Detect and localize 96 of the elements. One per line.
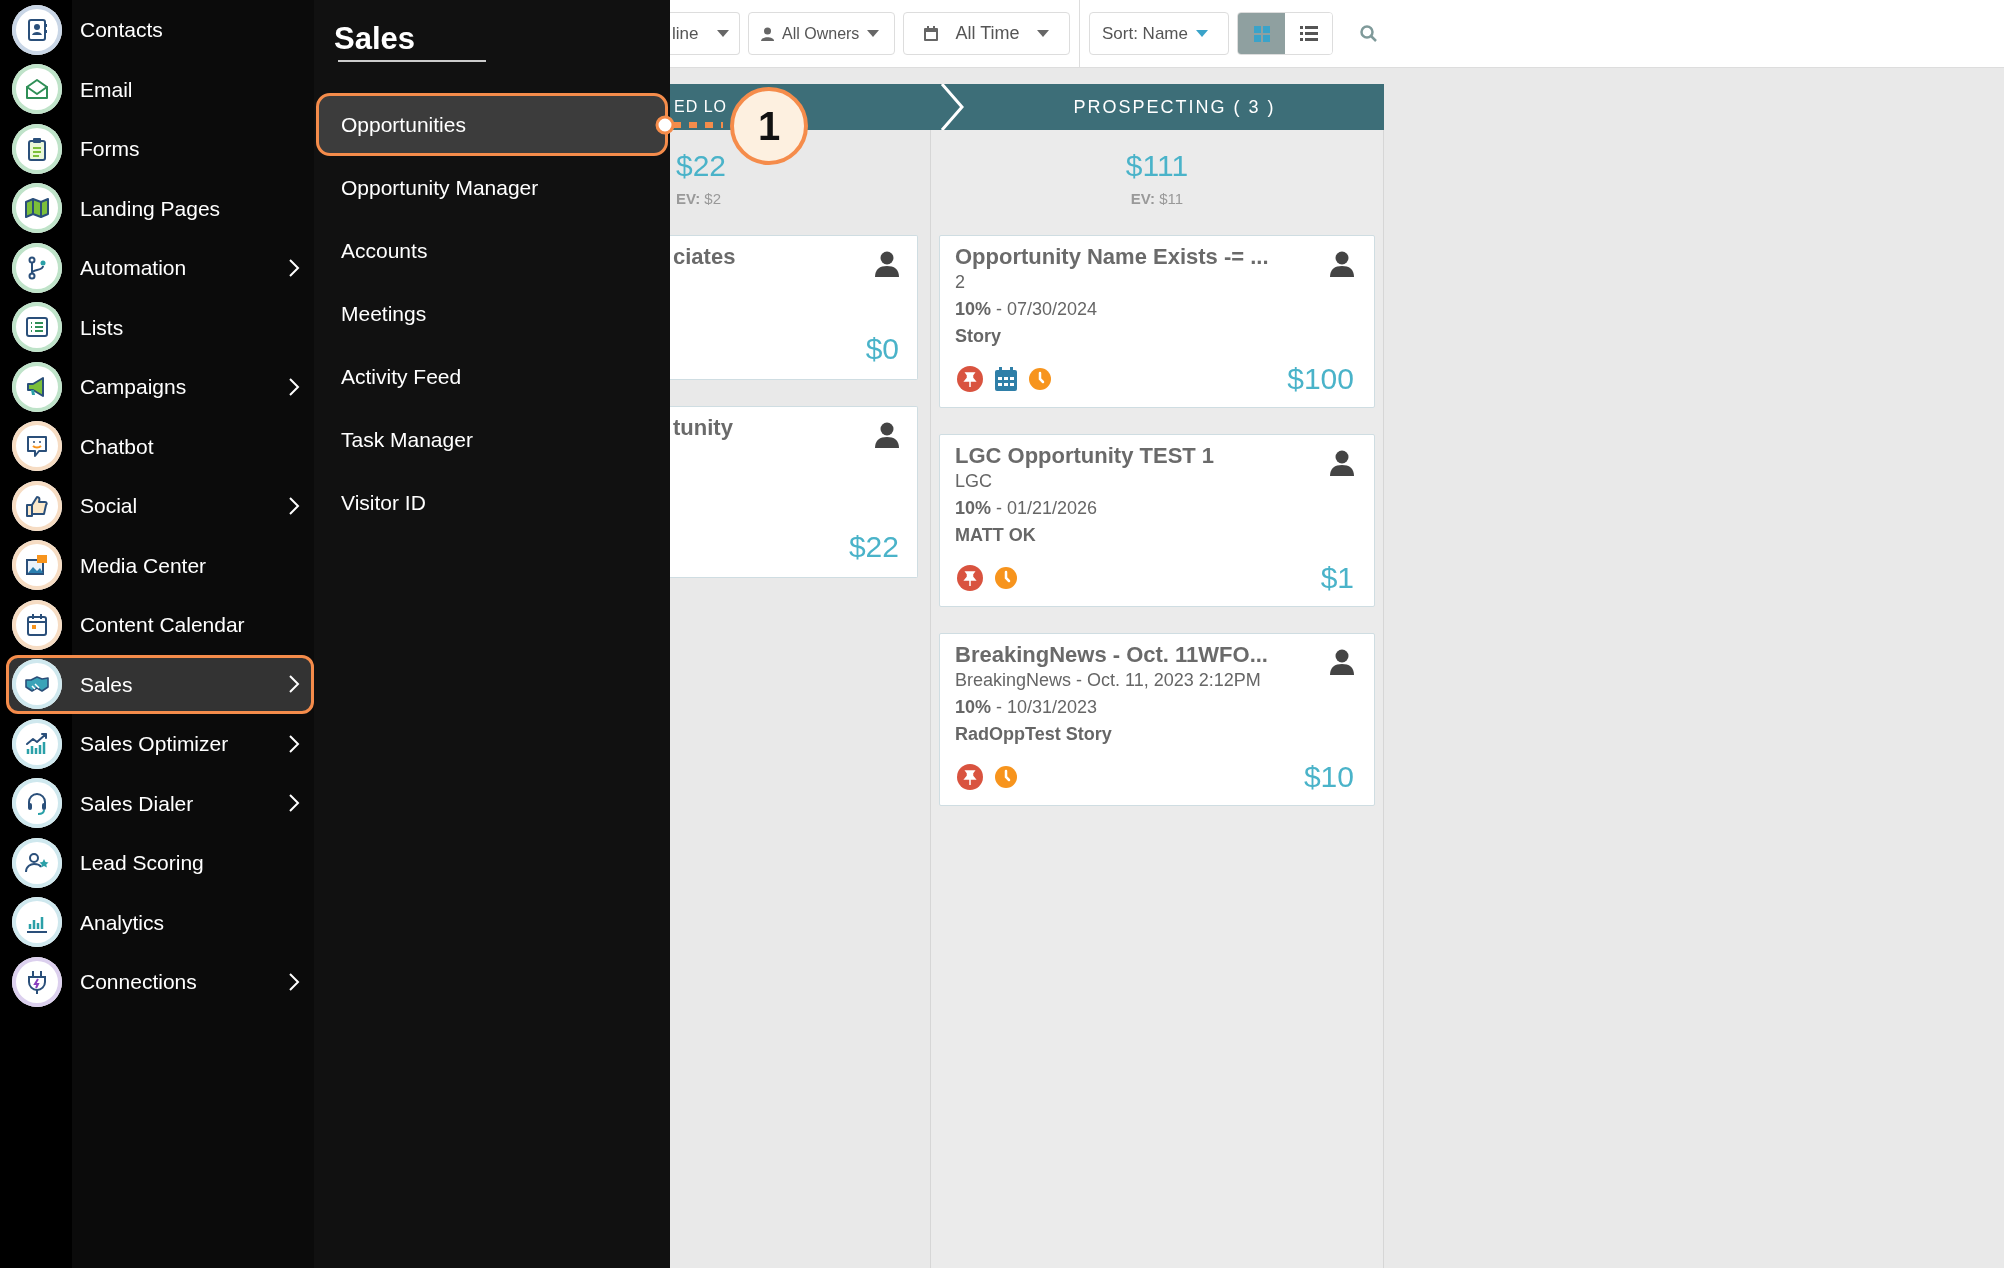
calendar-icon[interactable]: [995, 367, 1017, 391]
expected-value: EV: $11: [1129, 189, 1185, 209]
bar-chart-icon: [12, 897, 62, 948]
person-icon: [1330, 449, 1354, 476]
sidebar-item[interactable]: Campaigns: [6, 357, 314, 417]
person-icon: [875, 250, 899, 277]
sidebar-item[interactable]: Email: [6, 59, 314, 119]
column-total: $111: [1124, 148, 1190, 184]
person-icon: [1330, 648, 1354, 675]
card-title: Opportunity Name Exists -= ...: [955, 243, 1269, 271]
sidebar-item[interactable]: Sales: [6, 654, 314, 714]
stage-header: PROSPECTING ( 3 ): [965, 84, 1384, 130]
card-amount: $0: [865, 331, 899, 367]
caret-down-icon: [867, 29, 880, 38]
card-subtitle: LGC: [955, 470, 993, 493]
clipboard-icon: [12, 123, 62, 174]
branch-icon: [12, 242, 62, 293]
list-icon: [12, 302, 62, 353]
clock-icon[interactable]: [995, 766, 1017, 788]
handshake-icon: [12, 659, 62, 710]
opportunity-card[interactable]: ciates $0: [670, 235, 918, 380]
card-amount: $1: [1320, 560, 1354, 596]
person-icon: [1330, 250, 1354, 277]
pipeline-dropdown[interactable]: line: [670, 12, 740, 55]
chat-face-icon: [12, 421, 62, 472]
card-title: ciates: [673, 243, 736, 271]
opportunity-card[interactable]: Opportunity Name Exists -= ... 2 10% - 07/30/2024 Story $100: [939, 235, 1375, 408]
card-amount: $22: [848, 529, 899, 565]
card-title: tunity: [673, 414, 733, 442]
calendar-icon: [924, 26, 938, 41]
card-stage-date: 10% - 01/21/2026: [955, 497, 1099, 520]
pin-icon[interactable]: [957, 366, 983, 392]
opportunity-card[interactable]: BreakingNews - Oct. 11WFO... BreakingNews - Oct. 11, 2023 2:12PM 10% - 10/31/2023 RadOppTest Story $10: [939, 633, 1375, 806]
map-icon: [12, 183, 62, 234]
opportunity-card[interactable]: tunity $22: [670, 406, 918, 578]
sidebar-item[interactable]: Sales Optimizer: [6, 714, 314, 774]
caret-down-icon: [1037, 29, 1049, 38]
card-owner: Story: [955, 325, 1002, 348]
card-title: LGC Opportunity TEST 1: [955, 442, 1215, 470]
thumbs-up-icon: [12, 480, 62, 531]
pin-icon[interactable]: [957, 764, 983, 790]
clock-icon[interactable]: [1029, 368, 1051, 390]
sidebar-item[interactable]: Contacts: [6, 0, 314, 60]
sidebar-item[interactable]: Media Center: [6, 535, 314, 595]
sidebar-item[interactable]: Sales Dialer: [6, 773, 314, 833]
person-icon: [761, 26, 774, 41]
sidebar-item[interactable]: Forms: [6, 119, 314, 179]
opportunity-card[interactable]: LGC Opportunity TEST 1 LGC 10% - 01/21/2026 MATT OK $1: [939, 434, 1375, 607]
card-subtitle: 2: [955, 271, 966, 294]
plug-icon: [12, 956, 62, 1007]
sidebar-item[interactable]: Lead Scoring: [6, 833, 314, 893]
card-owner: RadOppTest Story: [955, 723, 1113, 746]
headset-icon: [12, 778, 62, 829]
sidebar-item[interactable]: Lists: [6, 297, 314, 357]
person-icon: [875, 421, 899, 448]
search-icon[interactable]: [1359, 23, 1379, 44]
submenu-item[interactable]: Opportunity Manager: [316, 156, 668, 219]
megaphone-icon: [12, 361, 62, 412]
card-title: BreakingNews - Oct. 11WFO...: [955, 641, 1268, 669]
owner-dropdown[interactable]: All Owners: [748, 12, 895, 55]
pin-icon[interactable]: [957, 565, 983, 591]
submenu-item[interactable]: Accounts: [316, 219, 668, 282]
step-badge: 1: [730, 87, 808, 165]
card-owner: MATT OK: [955, 524, 1037, 547]
sidebar-item[interactable]: Content Calendar: [6, 595, 314, 655]
sort-dropdown[interactable]: Sort: Name: [1089, 12, 1229, 55]
card-subtitle: BreakingNews - Oct. 11, 2023 2:12PM: [955, 669, 1262, 692]
sidebar-item[interactable]: Landing Pages: [6, 178, 314, 238]
sidebar-item[interactable]: Chatbot: [6, 416, 314, 476]
column-total: $22: [675, 148, 728, 184]
caret-down-icon: [1196, 29, 1208, 38]
contact-card-icon: [12, 4, 62, 55]
grid-icon: [1253, 25, 1270, 42]
card-amount: $10: [1303, 759, 1354, 795]
submenu-item[interactable]: Meetings: [316, 282, 668, 345]
card-stage-date: 10% - 10/31/2023: [955, 696, 1099, 719]
sidebar-item[interactable]: Connections: [6, 952, 314, 1012]
list-icon: [1299, 26, 1318, 41]
sidebar-item[interactable]: Social: [6, 476, 314, 536]
card-amount: $100: [1287, 361, 1354, 397]
chart-icon: [12, 718, 62, 769]
submenu-title: Sales: [333, 20, 416, 58]
calendar-icon: [12, 599, 62, 650]
clock-icon[interactable]: [995, 567, 1017, 589]
image-icon: [12, 540, 62, 591]
submenu-item[interactable]: Visitor ID: [316, 471, 668, 534]
sidebar-item[interactable]: Analytics: [6, 892, 314, 952]
expected-value: EV: $2: [675, 189, 723, 209]
date-range-dropdown[interactable]: All Time: [903, 12, 1070, 55]
card-stage-date: 10% - 07/30/2024: [955, 298, 1099, 321]
submenu-item[interactable]: Task Manager: [316, 408, 668, 471]
caret-down-icon: [717, 29, 729, 38]
sidebar-item[interactable]: Automation: [6, 238, 314, 298]
submenu-item[interactable]: Opportunities: [316, 93, 668, 156]
envelope-icon: [12, 64, 62, 115]
submenu-item[interactable]: Activity Feed: [316, 345, 668, 408]
